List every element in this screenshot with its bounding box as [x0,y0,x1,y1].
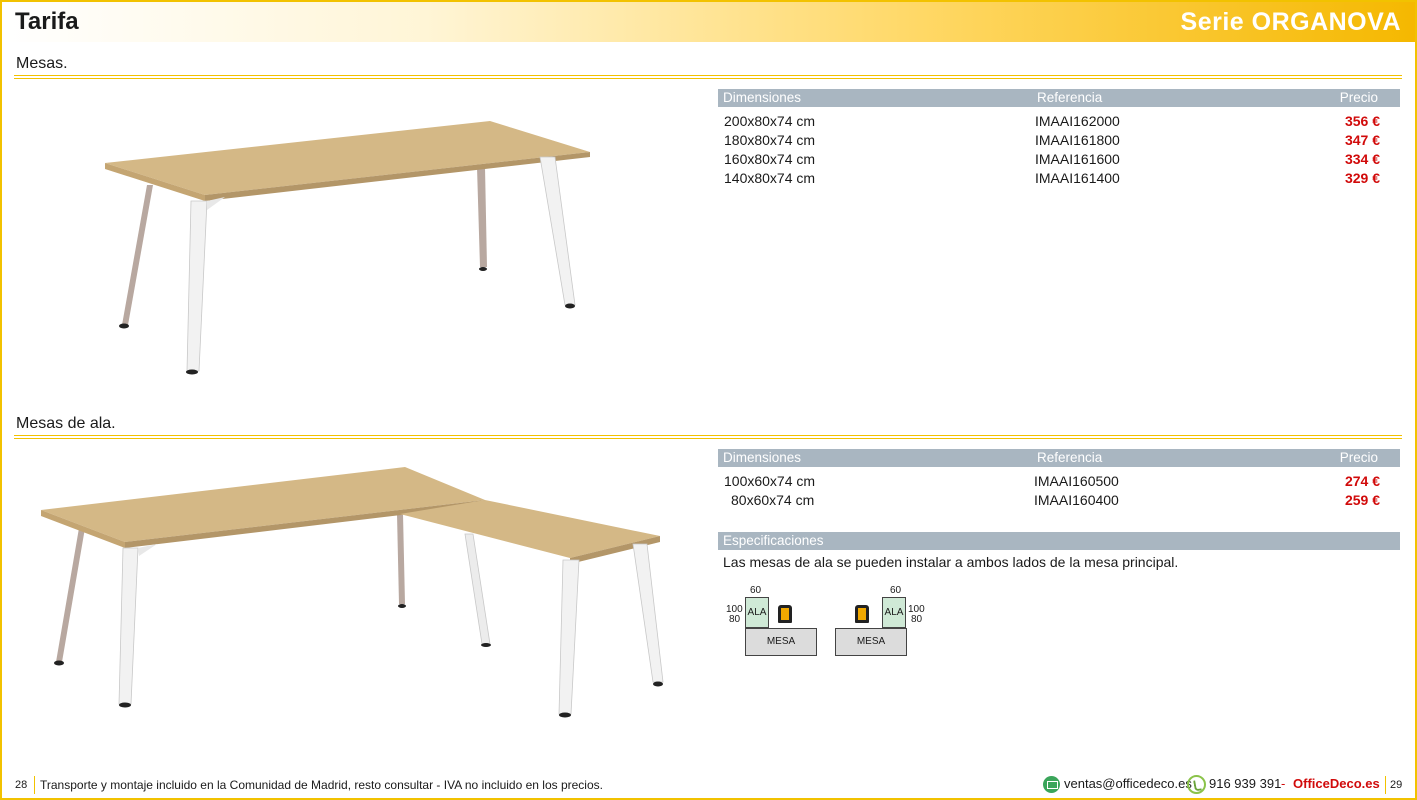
diagram-width-label: 60 [750,585,762,596]
chair-icon [855,605,869,623]
row-price: 329 € [1344,170,1380,186]
ala-table-header: Dimensiones Referencia Precio [718,449,1400,467]
row-dimension: 100x60x74 cm [724,473,816,489]
footer-divider [34,776,35,794]
specifications-header: Especificaciones [718,532,1400,550]
diagram-depth-label-80: 80 [729,614,741,625]
row-reference: IMAAI162000 [1035,113,1120,129]
email-icon [1043,776,1060,793]
diagram-ala-box: ALA [745,597,769,628]
phone-icon [1187,775,1206,794]
row-reference: IMAAI161600 [1035,151,1120,167]
row-dimension: 140x80x74 cm [724,170,816,186]
column-dimensiones: Dimensiones [723,450,802,465]
row-price: 334 € [1344,151,1380,167]
diagram-ala-box: ALA [882,597,906,628]
row-dimension: 80x60x74 cm [731,492,815,508]
table-row: 200x80x74 cm IMAAI162000 356 € [718,113,1400,132]
section-title-mesas: Mesas. [16,55,68,72]
column-referencia: Referencia [1037,90,1103,105]
row-price: 347 € [1344,132,1380,148]
diagram-depth-label-80: 80 [911,614,923,625]
phone-number[interactable]: 916 939 391 [1209,776,1281,791]
mesas-table-header: Dimensiones Referencia Precio [718,89,1400,107]
chair-icon [778,605,792,623]
row-price: 259 € [1344,492,1380,508]
row-price: 274 € [1344,473,1380,489]
page-number-left: 28 [15,779,28,791]
section-title-mesas-de-ala: Mesas de ala. [16,415,116,432]
row-dimension: 180x80x74 cm [724,132,816,148]
footer-divider [1385,776,1386,794]
diagram-mesa-box: MESA [835,628,907,656]
specifications-text: Las mesas de ala se pueden instalar a am… [723,554,1179,570]
specifications-title: Especificaciones [723,533,824,548]
column-dimensiones: Dimensiones [723,90,802,105]
table-row: 160x80x74 cm IMAAI161600 334 € [718,151,1400,170]
series-title: Serie ORGANOVA [1180,8,1401,36]
section-divider [14,75,1402,79]
table-row: 80x60x74 cm IMAAI160400 259 € [718,492,1400,511]
brand-link[interactable]: OfficeDeco.es [1293,776,1380,791]
row-reference: IMAAI160400 [1034,492,1119,508]
diagram-mesa-box: MESA [745,628,817,656]
table-row: 100x60x74 cm IMAAI160500 274 € [718,473,1400,492]
row-dimension: 200x80x74 cm [724,113,816,129]
layout-diagram-right: 60 100 80 ALA MESA [834,585,1004,660]
page-title: Tarifa [15,8,79,35]
footer-separator: - [1281,776,1286,791]
table-row: 140x80x74 cm IMAAI161400 329 € [718,170,1400,189]
row-reference: IMAAI160500 [1034,473,1119,489]
table-row: 180x80x74 cm IMAAI161800 347 € [718,132,1400,151]
page-header: Tarifa Serie ORGANOVA [2,2,1415,42]
diagram-width-label: 60 [890,585,902,596]
row-dimension: 160x80x74 cm [724,151,816,167]
footer-note: Transporte y montaje incluido en la Comu… [40,778,603,792]
row-price: 356 € [1344,113,1380,129]
section-divider [14,435,1402,439]
column-precio: Precio [1339,90,1378,105]
column-referencia: Referencia [1037,450,1103,465]
desk-with-return-image [41,467,664,718]
email-link[interactable]: ventas@officedeco.es [1064,776,1192,791]
column-precio: Precio [1339,450,1378,465]
row-reference: IMAAI161800 [1035,132,1120,148]
desk-image [105,121,590,375]
row-reference: IMAAI161400 [1035,170,1120,186]
page-number-right: 29 [1390,779,1403,791]
